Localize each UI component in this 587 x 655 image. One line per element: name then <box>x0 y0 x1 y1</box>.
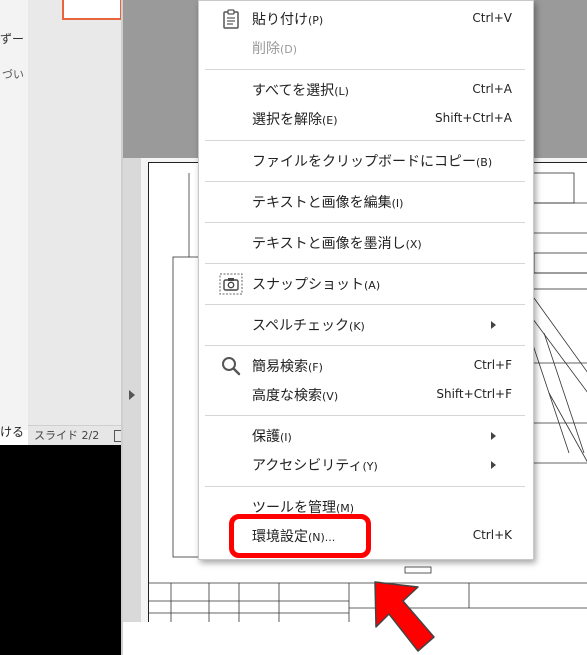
menu-accelerator: (D) <box>280 43 298 56</box>
red-arrow-icon <box>374 581 435 652</box>
menu-label: すべてを選択 <box>252 83 335 99</box>
menu-separator <box>205 263 525 264</box>
menu-label: テキストと画像を墨消し <box>252 236 406 252</box>
menu-shortcut: Shift+Ctrl+F <box>436 387 512 401</box>
menu-separator <box>205 181 525 182</box>
menu-label: アクセシビリティ <box>252 458 363 474</box>
page-bottom <box>123 622 587 655</box>
menu-accelerator: (B) <box>476 156 493 169</box>
menu-label: 削除 <box>252 41 280 57</box>
menu-separator <box>205 140 525 141</box>
menu-separator <box>205 415 525 416</box>
menu-shortcut: Ctrl+A <box>472 82 512 96</box>
menu-item-deselect[interactable]: 選択を解除(E) Shift+Ctrl+A <box>199 105 533 133</box>
menu-label: ファイルをクリップボードにコピー <box>252 154 476 170</box>
menu-separator <box>205 486 525 487</box>
ppt-slide-pane <box>0 0 29 430</box>
menu-separator <box>205 304 525 305</box>
menu-shortcut: Ctrl+F <box>473 358 512 372</box>
side-panel-toggle-bar[interactable] <box>123 158 141 655</box>
camera-icon <box>219 273 243 295</box>
clipboard-icon <box>219 8 243 30</box>
menu-accelerator: (A) <box>364 279 381 292</box>
menu-item-accessibility[interactable]: アクセシビリティ(Y) <box>199 451 533 479</box>
context-menu: 貼り付け(P) Ctrl+V 削除(D) すべてを選択(L) Ctrl+A 選択… <box>198 0 534 560</box>
menu-label: 保護 <box>252 429 280 445</box>
menu-label: スナップショット <box>252 277 364 293</box>
menu-accelerator: (Y) <box>362 460 378 473</box>
ppt-thumbnail-strip <box>28 0 121 430</box>
text-fragment: づい <box>2 68 24 81</box>
menu-item-select-all[interactable]: すべてを選択(L) Ctrl+A <box>199 76 533 104</box>
submenu-arrow-icon <box>491 321 496 329</box>
search-icon <box>219 355 243 377</box>
menu-shortcut: Shift+Ctrl+A <box>435 111 512 125</box>
black-panel <box>0 445 121 655</box>
menu-label: 貼り付け <box>252 12 308 28</box>
menu-item-copy-file-to-clipboard[interactable]: ファイルをクリップボードにコピー(B) <box>199 147 533 175</box>
highlight-box <box>229 514 371 558</box>
menu-separator <box>205 345 525 346</box>
menu-item-paste[interactable]: 貼り付け(P) Ctrl+V <box>199 5 533 33</box>
menu-accelerator: (L) <box>334 85 349 98</box>
menu-item-spellcheck[interactable]: スペルチェック(K) <box>199 311 533 339</box>
text-fragment: ずー <box>0 32 25 46</box>
menu-label: テキストと画像を編集 <box>252 195 392 211</box>
slide-status: スライド 2/2 <box>28 425 121 445</box>
expand-arrow-icon[interactable] <box>129 390 135 400</box>
menu-accelerator: (P) <box>308 14 324 27</box>
menu-accelerator: (V) <box>322 390 339 403</box>
submenu-arrow-icon <box>491 432 496 440</box>
menu-shortcut: Ctrl+K <box>472 528 512 542</box>
menu-accelerator: (K) <box>349 320 365 333</box>
menu-item-edit-text-images[interactable]: テキストと画像を編集(I) <box>199 188 533 216</box>
menu-accelerator: (F) <box>308 361 323 374</box>
menu-label: 簡易検索 <box>252 359 308 375</box>
menu-label: 選択を解除 <box>252 112 322 128</box>
menu-item-snapshot[interactable]: スナップショット(A) <box>199 270 533 298</box>
menu-item-delete: 削除(D) <box>199 34 533 62</box>
text-fragment: ける <box>0 425 25 439</box>
menu-label: スペルチェック <box>252 318 350 334</box>
menu-label: 高度な検索 <box>252 388 322 404</box>
menu-item-quick-search[interactable]: 簡易検索(F) Ctrl+F <box>199 352 533 380</box>
menu-accelerator: (E) <box>322 114 338 127</box>
submenu-arrow-icon <box>491 461 496 469</box>
menu-item-advanced-search[interactable]: 高度な検索(V) Shift+Ctrl+F <box>199 381 533 409</box>
menu-separator <box>205 222 525 223</box>
menu-accelerator: (X) <box>405 238 422 251</box>
menu-shortcut: Ctrl+V <box>472 11 512 25</box>
slide-thumbnail[interactable] <box>62 0 122 20</box>
menu-accelerator: (I) <box>280 431 292 444</box>
menu-accelerator: (I) <box>391 197 404 210</box>
menu-separator <box>205 69 525 70</box>
menu-item-redact-text-images[interactable]: テキストと画像を墨消し(X) <box>199 229 533 257</box>
menu-item-protect[interactable]: 保護(I) <box>199 422 533 450</box>
